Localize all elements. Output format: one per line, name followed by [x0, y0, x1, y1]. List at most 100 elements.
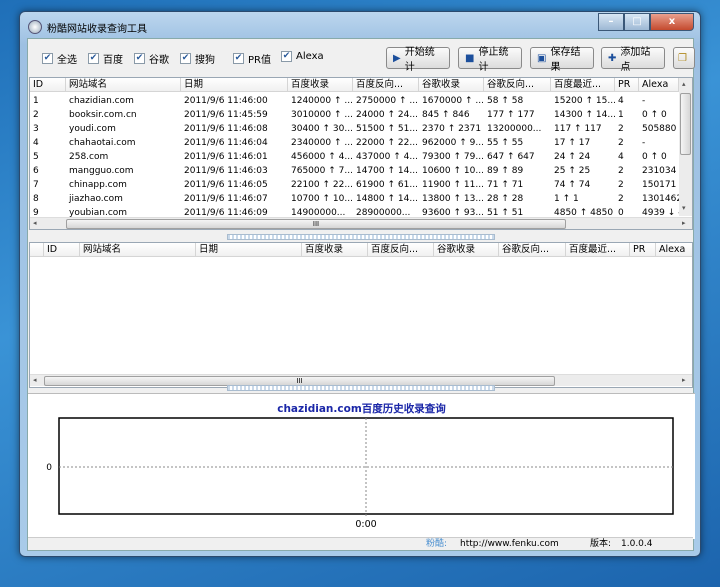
- column-header[interactable]: 网站域名: [66, 78, 181, 92]
- column-header[interactable]: Alexa: [639, 78, 679, 92]
- column-header[interactable]: 网站域名: [80, 243, 196, 257]
- table-cell: 58 ↑ 58: [487, 96, 524, 106]
- table-cell: 10600 ↑ 10...: [422, 166, 484, 176]
- history-table: ID 网站域名 日期 百度收录 百度反向... 谷歌收录 谷歌反向... 百度最近... PR A…: [29, 242, 693, 388]
- table-cell: 231034 ↓: [642, 166, 679, 176]
- splitter-handle[interactable]: [227, 385, 495, 391]
- table-cell: jiazhao.com: [69, 194, 123, 204]
- start-button[interactable]: ▶ 开始统计: [386, 47, 450, 73]
- table-cell: 2: [33, 110, 39, 120]
- column-header[interactable]: Alexa: [656, 243, 692, 257]
- vertical-scrollbar[interactable]: ▴ ▾: [679, 78, 692, 216]
- export-button[interactable]: ❐: [673, 47, 695, 69]
- column-header[interactable]: 谷歌收录: [434, 243, 499, 257]
- title-bar: 粉酷网站收录查询工具: [28, 18, 147, 36]
- table-row[interactable]: 3 youdi.com 2011/9/6 11:46:08 30400 ↑ 30...…: [30, 122, 692, 136]
- version-label: 版本:: [590, 539, 612, 549]
- table-cell: 4: [618, 152, 624, 162]
- checkbox-icon: ✔: [281, 51, 292, 62]
- checkbox-pr[interactable]: ✔ PR值: [233, 51, 271, 66]
- checkbox-select-all[interactable]: ✔ 全选: [42, 51, 77, 66]
- add-site-button[interactable]: ✚ 添加站点: [601, 47, 665, 73]
- checkbox-icon: ✔: [180, 53, 191, 64]
- scroll-thumb[interactable]: III: [66, 219, 566, 229]
- column-header[interactable]: ID: [44, 243, 80, 257]
- checkbox-label: 谷歌: [149, 55, 169, 66]
- table-row[interactable]: 4 chahaotai.com 2011/9/6 11:46:04 2340000 ↑…: [30, 136, 692, 150]
- table-cell: 5: [33, 152, 39, 162]
- table-cell: 150171 ↓: [642, 180, 679, 190]
- checkbox-icon: ✔: [88, 53, 99, 64]
- plus-icon: ✚: [608, 52, 617, 64]
- checkbox-alexa[interactable]: ✔ Alexa: [281, 51, 324, 62]
- scroll-right-icon[interactable]: ▸: [682, 376, 686, 384]
- minimize-button[interactable]: –: [598, 13, 624, 31]
- version-value: 1.0.0.4: [621, 539, 653, 549]
- y-tick-label: 0: [46, 463, 52, 473]
- checkbox-label: 百度: [103, 55, 123, 66]
- table-cell: 89 ↑ 89: [487, 166, 524, 176]
- table-row[interactable]: 7 chinapp.com 2011/9/6 11:46:05 22100 ↑ 22.…: [30, 178, 692, 192]
- scroll-left-icon[interactable]: ◂: [33, 376, 37, 384]
- column-header[interactable]: 谷歌收录: [419, 78, 484, 92]
- table-cell: 4: [33, 138, 39, 148]
- column-header[interactable]: 百度反向...: [353, 78, 419, 92]
- table-cell: 647 ↑ 647: [487, 152, 535, 162]
- table-cell: 0 ↑ 0: [642, 152, 667, 162]
- save-button[interactable]: ▣ 保存结果: [530, 47, 594, 73]
- table-cell: 7: [33, 180, 39, 190]
- close-button[interactable]: x: [650, 13, 694, 31]
- scroll-up-icon[interactable]: ▴: [682, 80, 686, 88]
- stop-button[interactable]: ■ 停止统计: [458, 47, 522, 73]
- column-header[interactable]: 谷歌反向...: [499, 243, 566, 257]
- column-header[interactable]: 百度收录: [288, 78, 353, 92]
- column-header[interactable]: 百度最近...: [566, 243, 630, 257]
- checkbox-sogou[interactable]: ✔ 搜狗: [180, 51, 215, 66]
- table-row[interactable]: 8 jiazhao.com 2011/9/6 11:46:07 10700 ↑ 10.…: [30, 192, 692, 206]
- table-cell: 258.com: [69, 152, 109, 162]
- toolbar: ✔ 全选 ✔ 百度 ✔ 谷歌 ✔ 搜狗 ✔ PR值 ✔ Alexa ▶ 开始统计 ■ 停止统计 …: [28, 39, 695, 77]
- column-header[interactable]: 百度反向...: [368, 243, 434, 257]
- column-header[interactable]: 百度最近...: [551, 78, 615, 92]
- column-header[interactable]: PR: [615, 78, 639, 92]
- scroll-thumb[interactable]: [680, 93, 691, 155]
- table-row[interactable]: 2 booksir.com.cn 2011/9/6 11:45:59 3010000 …: [30, 108, 692, 122]
- table-cell: 74 ↑ 74: [554, 180, 591, 190]
- window-title: 粉酷网站收录查询工具: [47, 23, 147, 35]
- column-header[interactable]: 谷歌反向...: [484, 78, 551, 92]
- table-cell: 1 ↑ 1: [554, 194, 579, 204]
- table-cell: 3: [33, 124, 39, 134]
- table-cell: 11900 ↑ 11...: [422, 180, 484, 190]
- maximize-button[interactable]: □: [624, 13, 650, 31]
- table-cell: 3010000 ↑ ...: [291, 110, 353, 120]
- table-cell: 2750000 ↑ ...: [356, 96, 418, 106]
- column-header[interactable]: 日期: [181, 78, 288, 92]
- table-cell: 30400 ↑ 30...: [291, 124, 353, 134]
- column-header[interactable]: PR: [630, 243, 656, 257]
- table-header: ID 网站域名 日期 百度收录 百度反向... 谷歌收录 谷歌反向... 百度最近... PR A…: [30, 78, 692, 92]
- horizontal-scrollbar[interactable]: ◂ III ▸: [30, 217, 692, 229]
- table-row[interactable]: 5 258.com 2011/9/6 11:46:01 456000 ↑ 4... 43…: [30, 150, 692, 164]
- button-label: 保存结果: [550, 47, 581, 73]
- checkbox-baidu[interactable]: ✔ 百度: [88, 51, 123, 66]
- checkbox-label: PR值: [248, 55, 271, 66]
- table-row[interactable]: 6 mangguo.com 2011/9/6 11:46:03 765000 ↑ 7.…: [30, 164, 692, 178]
- website-link[interactable]: http://www.fenku.com: [460, 538, 559, 550]
- table-row[interactable]: 1 chazidian.com 2011/9/6 11:46:00 1240000 ↑…: [30, 94, 692, 108]
- table-cell: mangguo.com: [69, 166, 134, 176]
- table-cell: 8: [33, 194, 39, 204]
- table-cell: 456000 ↑ 4...: [291, 152, 353, 162]
- column-header[interactable]: ID: [30, 78, 66, 92]
- table-cell: 6: [33, 166, 39, 176]
- table-cell: 14800 ↑ 14...: [356, 194, 418, 204]
- checkbox-google[interactable]: ✔ 谷歌: [134, 51, 169, 66]
- scroll-left-icon[interactable]: ◂: [33, 219, 37, 227]
- table-cell: 2: [618, 194, 624, 204]
- splitter-handle[interactable]: [227, 234, 495, 240]
- table-cell: 765000 ↑ 7...: [291, 166, 353, 176]
- table-cell: 2370 ↑ 2371: [422, 124, 482, 134]
- column-header[interactable]: 百度收录: [302, 243, 368, 257]
- scroll-down-icon[interactable]: ▾: [682, 204, 686, 212]
- column-header[interactable]: 日期: [196, 243, 302, 257]
- scroll-right-icon[interactable]: ▸: [682, 219, 686, 227]
